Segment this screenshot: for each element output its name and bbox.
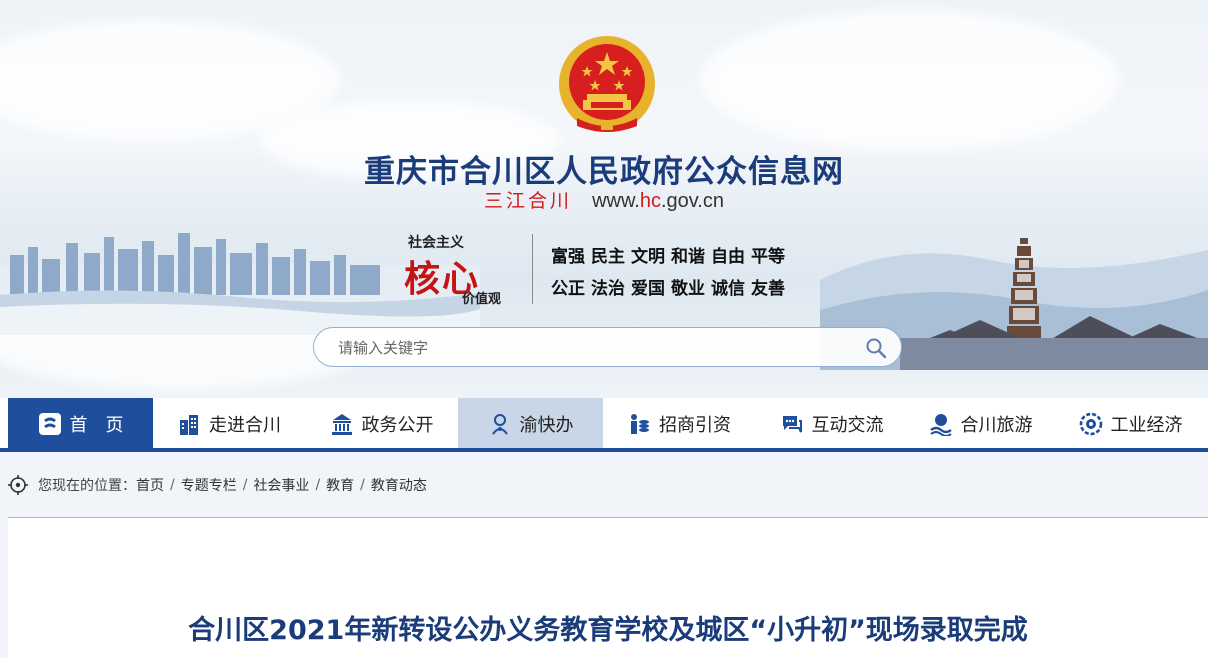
investment-icon (631, 414, 649, 434)
value-word: 公正 (551, 279, 585, 299)
nav-item-interaction[interactable]: 互动交流 (755, 398, 908, 450)
value-word: 友善 (751, 279, 785, 299)
cloud-decoration (700, 10, 1120, 150)
industry-gear-icon (1079, 412, 1102, 436)
value-word: 文明 (631, 247, 665, 267)
breadcrumb-link-social[interactable]: 社会事业 (253, 475, 309, 495)
government-building-icon (331, 414, 352, 435)
core-values-label-top: 社会主义 (408, 235, 464, 251)
nav-item-tourism[interactable]: 合川旅游 (908, 398, 1053, 450)
nav-item-home[interactable]: 首 页 (8, 398, 153, 450)
core-values-block: 社会主义 核心 价值观 富强 民主 文明 和谐 自由 平等 公正 法治 爱国 敬业 诚信 友善 (402, 230, 822, 310)
site-url[interactable]: www.hc.gov.cn (592, 190, 724, 212)
site-subline: 三江合川 www.hc.gov.cn (0, 186, 1208, 213)
core-values-row-1: 富强 民主 文明 和谐 自由 平等 (551, 242, 791, 267)
nav-label: 互动交流 (811, 415, 884, 436)
breadcrumb-link-education[interactable]: 教育 (326, 475, 354, 495)
chat-icon (782, 416, 802, 433)
buildings-icon (180, 415, 198, 435)
value-word: 民主 (591, 247, 625, 267)
tourism-icon (929, 414, 952, 436)
breadcrumb-separator: / (360, 477, 365, 493)
search-icon[interactable] (865, 337, 887, 359)
value-word: 爱国 (631, 279, 665, 299)
value-word: 敬业 (671, 279, 705, 299)
breadcrumb-prefix: 您现在的位置： (38, 478, 136, 494)
core-values-divider (532, 234, 533, 304)
nav-label: 招商引资 (659, 415, 731, 436)
slogan-text: 三江合川 (484, 190, 573, 212)
value-word: 平等 (751, 247, 785, 267)
header-banner: 重庆市合川区人民政府公众信息网 三江合川 www.hc.gov.cn 社会主义 … (0, 0, 1208, 398)
core-values-row-2: 公正 法治 爱国 敬业 诚信 友善 (551, 274, 791, 299)
nav-label: 政务公开 (361, 415, 434, 436)
breadcrumb-separator: / (170, 477, 175, 493)
breadcrumb: 您现在的位置： 首页 / 专题专栏 / 社会事业 / 教育 / 教育动态 (8, 468, 427, 502)
site-title: 重庆市合川区人民政府公众信息网 (364, 154, 844, 190)
nav-item-yukuaiban[interactable]: 渝快办 (458, 398, 603, 450)
value-word: 和谐 (671, 247, 705, 267)
url-suffix: .gov.cn (660, 190, 724, 212)
breadcrumb-link-home[interactable]: 首页 (136, 475, 164, 495)
article-title: 合川区2021年新转设公办义务教育学校及城区“小升初”现场录取完成 (188, 615, 1028, 646)
value-word: 自由 (711, 247, 745, 267)
nav-label: 渝快办 (519, 415, 574, 436)
nav-label: 走进合川 (209, 415, 281, 436)
value-word: 富强 (551, 247, 585, 267)
article-panel: 合川区2021年新转设公办义务教育学校及城区“小升初”现场录取完成 (8, 518, 1208, 658)
breadcrumb-separator: / (315, 477, 321, 493)
nav-item-investment[interactable]: 招商引资 (603, 398, 755, 450)
search-box (313, 327, 902, 368)
value-word: 诚信 (711, 279, 745, 299)
core-values-label-bottom: 价值观 (462, 292, 502, 307)
url-highlight: hc (639, 190, 661, 212)
nav-label: 工业经济 (1110, 415, 1183, 436)
main-nav: 首 页 走进合川 政务公开 渝快办 招商引资 互动交流 合川旅游 工业经济 (0, 398, 1208, 450)
nav-item-about[interactable]: 走进合川 (153, 398, 305, 450)
breadcrumb-separator: / (242, 477, 248, 493)
breadcrumb-link-special[interactable]: 专题专栏 (181, 475, 237, 495)
value-word: 法治 (591, 279, 625, 299)
nav-label: 合川旅游 (960, 415, 1033, 436)
url-prefix: www. (592, 190, 640, 212)
search-input[interactable] (336, 328, 860, 368)
national-emblem-icon (559, 36, 655, 132)
nav-item-gov-affairs[interactable]: 政务公开 (305, 398, 458, 450)
nav-label: 首 页 (69, 415, 124, 436)
location-target-icon (8, 475, 28, 495)
breadcrumb-link-education-news[interactable]: 教育动态 (371, 475, 427, 495)
service-person-icon (491, 414, 508, 435)
home-icon (38, 413, 61, 435)
nav-item-industry[interactable]: 工业经济 (1053, 398, 1208, 450)
